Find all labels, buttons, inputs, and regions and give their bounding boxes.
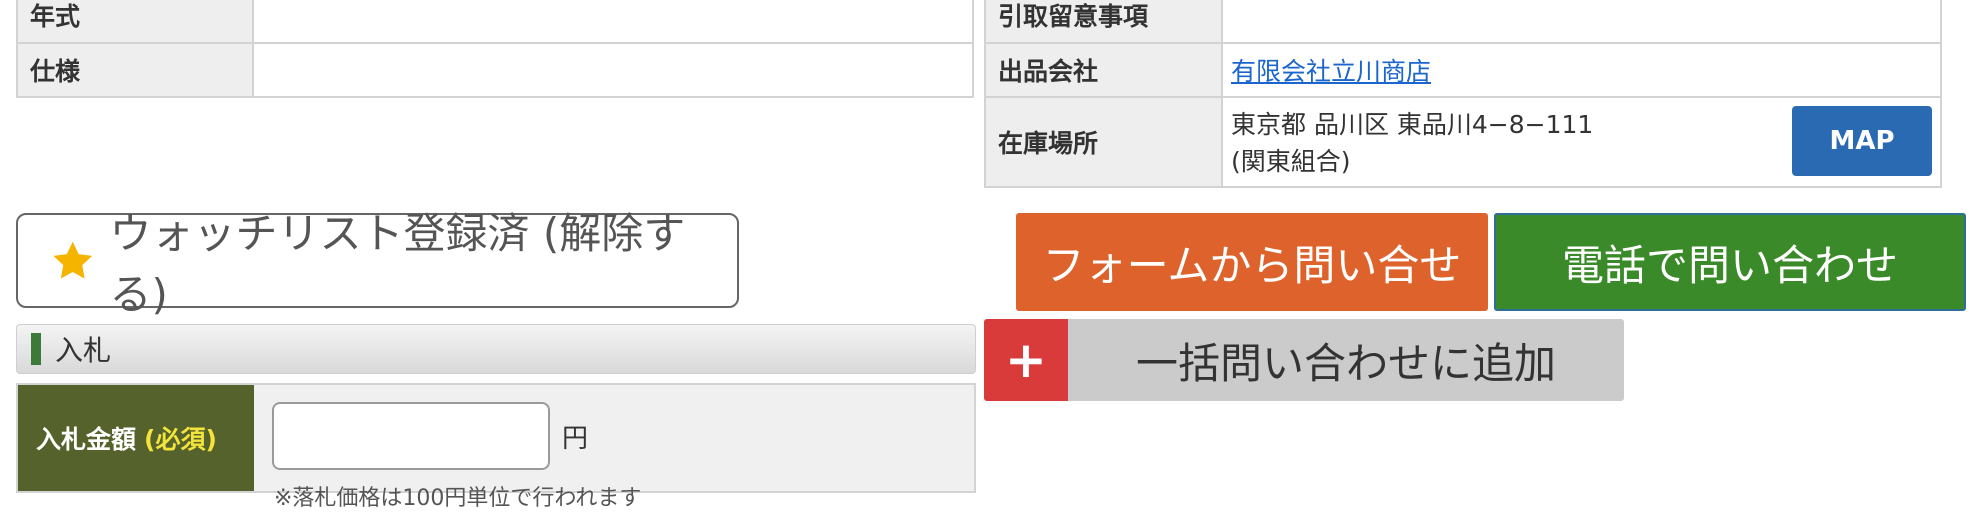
vehicle-spec-table: 年式 仕様 (16, 0, 974, 98)
spec-label: 仕様 (16, 42, 254, 98)
company-link[interactable]: 有限会社立川商店 (1231, 57, 1431, 86)
table-row: 仕様 (16, 42, 974, 98)
handling-notes-value (1221, 0, 1942, 44)
location-cell: 東京都 品川区 東品川4−8−111 (関東組合) MAP (1221, 96, 1942, 188)
bid-amount-label: 入札金額 (必須) (18, 385, 254, 491)
table-row: 出品会社 有限会社立川商店 (984, 42, 1942, 98)
seller-info-table: 引取留意事項 出品会社 有限会社立川商店 在庫場所 東京都 品川区 東品川4−8… (984, 0, 1942, 188)
plus-icon: + (984, 319, 1068, 401)
bid-form-row: 入札金額 (必須) 円 ※落札価格は100円単位で行われます (16, 383, 976, 511)
location-label: 在庫場所 (984, 96, 1223, 188)
company-cell: 有限会社立川商店 (1221, 42, 1942, 98)
year-value (252, 0, 974, 44)
bid-amount-input[interactable] (272, 402, 550, 470)
yen-unit: 円 (562, 424, 589, 454)
bid-section-header: 入札 (16, 324, 976, 374)
company-label: 出品会社 (984, 42, 1223, 98)
phone-inquiry-button[interactable]: 電話で問い合わせ (1494, 213, 1966, 311)
spec-value (252, 42, 974, 98)
table-row: 年式 (16, 0, 974, 44)
bid-section-title: 入札 (55, 334, 112, 367)
bulk-inquiry-label: 一括問い合わせに追加 (1068, 319, 1624, 401)
bid-input-cell: 円 ※落札価格は100円単位で行われます (254, 385, 974, 511)
form-inquiry-button[interactable]: フォームから問い合せ (1016, 213, 1488, 311)
table-row: 引取留意事項 (984, 0, 1942, 44)
bid-amount-text: 入札金額 (36, 425, 137, 454)
bulk-inquiry-add-button[interactable]: + 一括問い合わせに追加 (984, 319, 1624, 401)
section-marker (31, 333, 41, 365)
star-icon (53, 241, 93, 279)
table-row: 在庫場所 東京都 品川区 東品川4−8−111 (関東組合) MAP (984, 96, 1942, 188)
watchlist-label: ウォッチリスト登録済 (解除する) (109, 208, 686, 319)
year-label: 年式 (16, 0, 254, 44)
bid-note: ※落札価格は100円単位で行われます (274, 486, 642, 511)
watchlist-button[interactable]: ウォッチリスト登録済 (解除する) (16, 209, 739, 319)
required-badge: (必須) (144, 425, 217, 454)
handling-notes-label: 引取留意事項 (984, 0, 1223, 44)
map-button[interactable]: MAP (1792, 106, 1932, 176)
